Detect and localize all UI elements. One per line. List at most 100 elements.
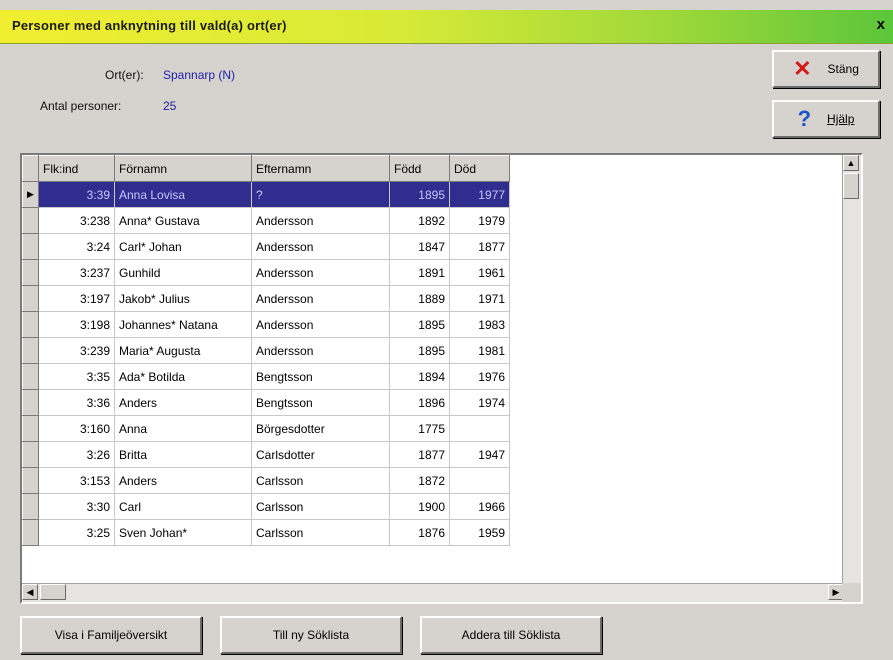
cell-fodd[interactable]: 1775 <box>389 415 450 442</box>
table-row[interactable]: 3:26 Britta Carlsdotter 1877 1947 <box>22 441 510 468</box>
table-row[interactable]: 3:160 Anna Börgesdotter 1775 <box>22 415 510 442</box>
cell-efternamn[interactable]: Carlsson <box>251 467 390 494</box>
cell-dod[interactable]: 1947 <box>449 441 510 468</box>
row-selector[interactable] <box>22 467 39 494</box>
row-selector[interactable] <box>22 207 39 234</box>
close-icon[interactable]: x <box>877 16 885 33</box>
table-row[interactable]: 3:35 Ada* Botilda Bengtsson 1894 1976 <box>22 363 510 390</box>
cell-fornamn[interactable]: Maria* Augusta <box>114 337 252 364</box>
cell-dod[interactable]: 1971 <box>449 285 510 312</box>
cell-flk[interactable]: 3:160 <box>38 415 115 442</box>
table-row[interactable]: 3:238 Anna* Gustava Andersson 1892 1979 <box>22 207 510 234</box>
table-row[interactable]: ▶ 3:39 Anna Lovisa? 1895 1977 <box>22 181 510 208</box>
table-row[interactable]: 3:25 Sven Johan* Carlsson 1876 1959 <box>22 519 510 546</box>
cell-fodd[interactable]: 1889 <box>389 285 450 312</box>
table-row[interactable]: 3:36 Anders Bengtsson 1896 1974 <box>22 389 510 416</box>
cell-fornamn[interactable]: Gunhild <box>114 259 252 286</box>
cell-fodd[interactable]: 1896 <box>389 389 450 416</box>
cell-fodd[interactable]: 1895 <box>389 311 450 338</box>
cell-fornamn[interactable]: Britta <box>114 441 252 468</box>
col-header-efternamn[interactable]: Efternamn <box>251 155 390 182</box>
cell-flk[interactable]: 3:26 <box>38 441 115 468</box>
row-selector[interactable] <box>22 389 39 416</box>
cell-fornamn[interactable]: Carl* Johan <box>114 233 252 260</box>
cell-efternamn[interactable]: Carlsdotter <box>251 441 390 468</box>
cell-efternamn[interactable]: Andersson <box>251 207 390 234</box>
cell-efternamn[interactable]: Carlsson <box>251 519 390 546</box>
row-selector[interactable] <box>22 415 39 442</box>
show-family-overview-button[interactable]: Visa i Familjeöversikt <box>20 616 202 654</box>
cell-fodd[interactable]: 1877 <box>389 441 450 468</box>
row-pointer-icon[interactable]: ▶ <box>22 181 39 208</box>
table-row[interactable]: 3:197 Jakob* Julius Andersson 1889 1971 <box>22 285 510 312</box>
cell-dod[interactable]: 1966 <box>449 493 510 520</box>
cell-dod[interactable]: 1974 <box>449 389 510 416</box>
cell-fornamn[interactable]: Anna <box>114 415 252 442</box>
table-row[interactable]: 3:198 Johannes* Natana Andersson 1895 1983 <box>22 311 510 338</box>
cell-flk[interactable]: 3:25 <box>38 519 115 546</box>
scroll-up-arrow-icon[interactable]: ▲ <box>843 155 859 171</box>
row-selector[interactable] <box>22 311 39 338</box>
cell-efternamn[interactable]: Carlsson <box>251 493 390 520</box>
close-button[interactable]: ✕ Stäng <box>772 50 880 88</box>
row-selector[interactable] <box>22 519 39 546</box>
col-header-fodd[interactable]: Född <box>389 155 450 182</box>
horizontal-scrollbar[interactable]: ◀ ▶ <box>22 583 844 602</box>
row-selector[interactable] <box>22 259 39 286</box>
cell-flk[interactable]: 3:238 <box>38 207 115 234</box>
cell-fornamn[interactable]: Anders <box>114 389 252 416</box>
cell-efternamn[interactable]: Andersson <box>251 337 390 364</box>
row-selector[interactable] <box>22 285 39 312</box>
cell-fodd[interactable]: 1895 <box>389 337 450 364</box>
cell-fodd[interactable]: 1895 <box>389 181 450 208</box>
cell-fornamn[interactable]: Anna* Gustava <box>114 207 252 234</box>
row-selector[interactable] <box>22 441 39 468</box>
cell-flk[interactable]: 3:36 <box>38 389 115 416</box>
cell-efternamn[interactable]: Andersson <box>251 285 390 312</box>
cell-fodd[interactable]: 1892 <box>389 207 450 234</box>
cell-efternamn[interactable]: Bengtsson <box>251 363 390 390</box>
new-search-list-button[interactable]: Till ny Söklista <box>220 616 402 654</box>
cell-dod[interactable]: 1976 <box>449 363 510 390</box>
row-selector[interactable] <box>22 363 39 390</box>
cell-fornamn[interactable]: Ada* Botilda <box>114 363 252 390</box>
table-row[interactable]: 3:237 Gunhild Andersson 1891 1961 <box>22 259 510 286</box>
cell-flk[interactable]: 3:198 <box>38 311 115 338</box>
cell-efternamn[interactable]: ? <box>251 181 390 208</box>
cell-flk[interactable]: 3:153 <box>38 467 115 494</box>
cell-efternamn[interactable]: Andersson <box>251 259 390 286</box>
row-selector[interactable] <box>22 233 39 260</box>
cell-fodd[interactable]: 1847 <box>389 233 450 260</box>
cell-flk[interactable]: 3:35 <box>38 363 115 390</box>
row-selector[interactable] <box>22 337 39 364</box>
cell-fodd[interactable]: 1900 <box>389 493 450 520</box>
table-row[interactable]: 3:30 Carl Carlsson 1900 1966 <box>22 493 510 520</box>
cell-efternamn[interactable]: Andersson <box>251 311 390 338</box>
cell-fornamn[interactable]: Johannes* Natana <box>114 311 252 338</box>
cell-fornamn[interactable]: Sven Johan* <box>114 519 252 546</box>
cell-dod[interactable]: 1979 <box>449 207 510 234</box>
cell-dod[interactable] <box>449 467 510 494</box>
cell-dod[interactable]: 1983 <box>449 311 510 338</box>
person-grid[interactable]: Flk:ind Förnamn Efternamn Född Död ▶ 3:39… <box>20 153 863 604</box>
col-header-flk[interactable]: Flk:ind <box>38 155 115 182</box>
col-header-fornamn[interactable]: Förnamn <box>114 155 252 182</box>
cell-fodd[interactable]: 1876 <box>389 519 450 546</box>
cell-flk[interactable]: 3:237 <box>38 259 115 286</box>
help-button[interactable]: ? Hjälp <box>772 100 880 138</box>
add-to-search-list-button[interactable]: Addera till Söklista <box>420 616 602 654</box>
cell-fornamn[interactable]: Anna Lovisa <box>114 181 252 208</box>
cell-fodd[interactable]: 1894 <box>389 363 450 390</box>
cell-fodd[interactable]: 1872 <box>389 467 450 494</box>
cell-dod[interactable]: 1959 <box>449 519 510 546</box>
cell-fodd[interactable]: 1891 <box>389 259 450 286</box>
table-row[interactable]: 3:24 Carl* Johan Andersson 1847 1877 <box>22 233 510 260</box>
cell-dod[interactable] <box>449 415 510 442</box>
cell-fornamn[interactable]: Carl <box>114 493 252 520</box>
cell-efternamn[interactable]: Börgesdotter <box>251 415 390 442</box>
table-row[interactable]: 3:153 Anders Carlsson 1872 <box>22 467 510 494</box>
horizontal-scroll-thumb[interactable] <box>40 584 66 600</box>
cell-dod[interactable]: 1981 <box>449 337 510 364</box>
row-selector[interactable] <box>22 493 39 520</box>
cell-fornamn[interactable]: Jakob* Julius <box>114 285 252 312</box>
